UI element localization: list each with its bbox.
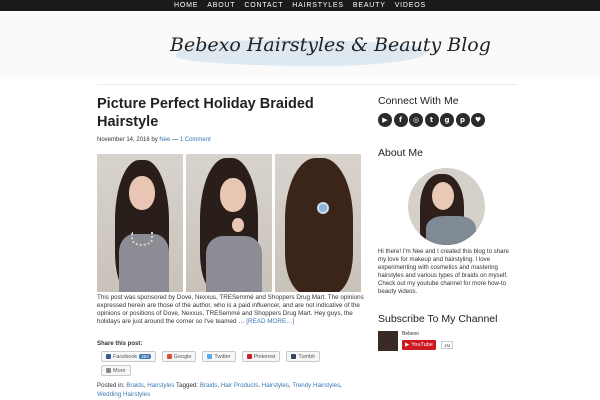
share-icon — [106, 368, 111, 373]
social-icons: ▶ f ◎ t g p ♥ — [378, 113, 485, 127]
logo-text: Bebexo Hairstyles & Beauty Blog — [170, 34, 491, 56]
facebook-icon — [106, 354, 111, 359]
tag-link[interactable]: Braids — [200, 382, 218, 389]
subscribe-heading: Subscribe To My Channel — [378, 313, 498, 325]
bloglovin-icon[interactable]: ♥ — [471, 113, 485, 127]
instagram-icon[interactable]: ◎ — [409, 113, 423, 127]
share-more-button[interactable]: More — [101, 365, 131, 376]
google-plus-icon[interactable]: g — [440, 113, 454, 127]
tagged-label: Tagged: — [176, 382, 199, 389]
nav-home[interactable]: HOME — [174, 2, 198, 9]
tumblr-icon — [291, 354, 297, 359]
subscriber-count: 1M — [441, 341, 454, 349]
share-google-button[interactable]: Google — [161, 351, 197, 362]
share-pinterest-label: Pinterest — [253, 353, 276, 360]
share-twitter-button[interactable]: Twitter — [202, 351, 236, 362]
category-link[interactable]: Hairstyles — [147, 382, 174, 389]
youtube-button-label: YouTube — [411, 342, 433, 348]
tag-link[interactable]: Hairstyles — [262, 382, 289, 389]
pinterest-icon[interactable]: p — [455, 113, 470, 127]
post-author-link[interactable]: Nee — [159, 137, 170, 143]
twitter-icon — [207, 354, 213, 359]
google-plus-icon — [166, 354, 172, 359]
post-featured-images[interactable] — [97, 154, 361, 292]
post-date: November 14, 2016 — [97, 137, 150, 143]
top-navigation: HOME ABOUT CONTACT HAIRSTYLES BEAUTY VID… — [0, 0, 600, 11]
about-avatar — [408, 168, 485, 245]
about-text: Hi there! I'm Nee and I created this blo… — [378, 248, 509, 296]
channel-avatar[interactable] — [378, 331, 398, 351]
youtube-icon: ▶ — [405, 342, 410, 348]
youtube-subscribe-button[interactable]: ▶ YouTube — [402, 340, 436, 350]
share-pinterest-button[interactable]: Pinterest — [241, 351, 281, 362]
channel-name[interactable]: Bebexo — [402, 331, 419, 337]
hairstyle-photo-back[interactable] — [275, 154, 361, 292]
site-logo[interactable]: Bebexo Hairstyles & Beauty Blog — [170, 28, 491, 70]
twitter-icon[interactable]: t — [424, 113, 439, 127]
share-buttons: Facebook 353 Google Twitter Pinterest Tu… — [101, 351, 321, 362]
connect-heading: Connect With Me — [378, 95, 459, 107]
pinterest-icon — [246, 354, 252, 359]
share-facebook-button[interactable]: Facebook 353 — [101, 351, 156, 362]
nav-about[interactable]: ABOUT — [207, 2, 235, 9]
read-more-link[interactable]: [READ MORE…] — [246, 318, 294, 325]
share-google-label: Google — [173, 353, 192, 360]
post-meta-separator: — — [172, 137, 179, 143]
header-divider — [97, 84, 517, 85]
nav-beauty[interactable]: BEAUTY — [353, 2, 386, 9]
post-taxonomy: Posted in: Braids, Hairstyles Tagged: Br… — [97, 382, 342, 398]
share-tumblr-label: Tumblr — [298, 353, 316, 360]
hairstyle-photo-side[interactable] — [186, 154, 272, 292]
category-link[interactable]: Braids — [126, 382, 144, 389]
share-tumblr-button[interactable]: Tumblr — [286, 351, 321, 362]
share-title: Share this post: — [97, 341, 143, 347]
tag-link[interactable]: Hair Products — [221, 382, 258, 389]
post-by: by — [151, 137, 158, 143]
share-more-row: More — [101, 365, 131, 376]
nav-hairstyles[interactable]: HAIRSTYLES — [292, 2, 344, 9]
posted-in-label: Posted in: — [97, 382, 125, 389]
tag-link[interactable]: Trendy Hairstyles — [292, 382, 340, 389]
post-comments-link[interactable]: 1 Comment — [180, 137, 211, 143]
about-heading: About Me — [378, 147, 423, 159]
facebook-icon[interactable]: f — [393, 113, 408, 127]
youtube-icon[interactable]: ▶ — [378, 113, 392, 127]
nav-videos[interactable]: VIDEOS — [395, 2, 426, 9]
hairstyle-photo-front[interactable] — [97, 154, 183, 292]
share-facebook-count: 353 — [139, 354, 151, 359]
share-more-label: More — [113, 367, 126, 374]
post-meta: November 14, 2016 by Nee — 1 Comment — [97, 137, 211, 143]
tag-link[interactable]: Wedding Hairstyles — [97, 391, 150, 398]
share-twitter-label: Twitter — [214, 353, 231, 360]
post-excerpt: This post was sponsored by Dove, Nexxus,… — [97, 294, 365, 326]
post-title[interactable]: Picture Perfect Holiday Braided Hairstyl… — [97, 95, 362, 131]
share-facebook-label: Facebook — [113, 353, 138, 360]
nav-contact[interactable]: CONTACT — [244, 2, 283, 9]
youtube-subscribe-widget: Bebexo ▶ YouTube 1M — [378, 330, 458, 352]
post-excerpt-text: This post was sponsored by Dove, Nexxus,… — [97, 294, 364, 326]
